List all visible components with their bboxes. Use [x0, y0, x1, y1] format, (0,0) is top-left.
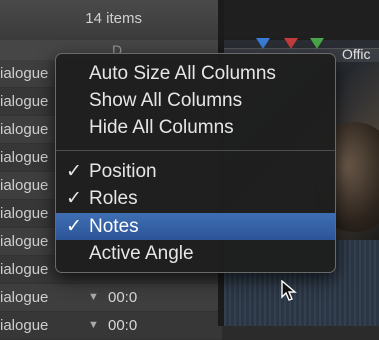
role-label: ialogue [0, 233, 49, 250]
menu-item-hide-all-columns[interactable]: Hide All Columns [56, 114, 335, 141]
menu-item-label: Roles [89, 188, 138, 209]
list-item[interactable]: ialogue ▼ 00:0 [0, 284, 222, 312]
role-label: ialogue [0, 261, 49, 278]
browser-header: 14 items [0, 0, 222, 41]
blue-marker-icon[interactable] [256, 38, 270, 49]
items-count: 14 items [85, 10, 142, 27]
menu-item-label: Active Angle [89, 243, 194, 264]
menu-item-label: Show All Columns [89, 90, 243, 111]
disclosure-triangle-icon[interactable]: ▼ [88, 319, 99, 331]
menu-item-roles[interactable]: ✓ Roles [56, 185, 335, 212]
role-label: ialogue [0, 177, 49, 194]
role-label: ialogue [0, 149, 49, 166]
menu-item-active-angle[interactable]: Active Angle [56, 240, 335, 267]
menu-item-label: Position [89, 161, 157, 182]
list-item[interactable]: ialogue ▼ 00:0 [0, 312, 222, 340]
role-label: ialogue [0, 93, 49, 110]
menu-item-auto-size-all-columns[interactable]: Auto Size All Columns [56, 60, 335, 87]
menu-item-label: Auto Size All Columns [89, 63, 276, 84]
checkmark-icon: ✓ [66, 161, 82, 182]
red-marker-icon[interactable] [284, 38, 298, 49]
viewer-top-bar [224, 0, 379, 40]
column-context-menu: Auto Size All Columns Show All Columns H… [55, 53, 336, 301]
menu-item-show-all-columns[interactable]: Show All Columns [56, 87, 335, 114]
green-marker-icon[interactable] [310, 38, 324, 49]
role-label: ialogue [0, 121, 49, 138]
menu-item-label: Notes [89, 216, 139, 237]
clip-title: Offic [342, 46, 371, 62]
menu-item-label: Hide All Columns [89, 117, 234, 138]
role-label: ialogue [0, 289, 49, 306]
menu-item-notes[interactable]: ✓ Notes [56, 213, 335, 240]
mouse-cursor-icon [281, 280, 297, 301]
menu-separator [56, 150, 335, 151]
checkmark-icon: ✓ [66, 188, 82, 209]
checkmark-icon: ✓ [66, 216, 82, 237]
menu-item-position[interactable]: ✓ Position [56, 158, 335, 185]
timecode: 00:0 [108, 289, 138, 306]
role-label: ialogue [0, 205, 49, 222]
role-label: ialogue [0, 65, 49, 82]
disclosure-triangle-icon[interactable]: ▼ [88, 291, 99, 303]
